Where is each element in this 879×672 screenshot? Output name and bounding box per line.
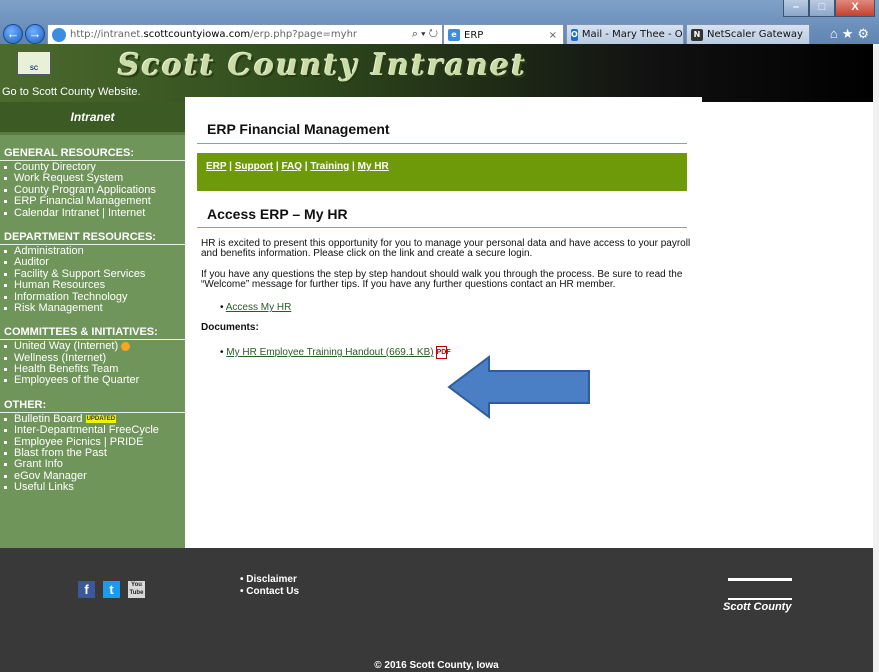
arrow-shape bbox=[447, 355, 590, 419]
training-handout-link[interactable]: My HR Employee Training Handout (669.1 K… bbox=[226, 347, 433, 358]
star-icon[interactable]: ★ bbox=[842, 26, 858, 41]
toolbar-icons: ⌂★⚙ bbox=[830, 26, 873, 42]
sidebar-heading: Intranet bbox=[0, 102, 185, 135]
updated-badge: UPDATED bbox=[85, 414, 117, 423]
department-resources-list: Administration Auditor Facility & Suppor… bbox=[0, 245, 185, 314]
youtube-icon[interactable]: You Tube bbox=[128, 581, 145, 598]
twitter-icon[interactable]: t bbox=[103, 581, 120, 598]
main-content: ERP Financial Management ERP | Support |… bbox=[185, 102, 702, 548]
sidebar-item-label: United Way (Internet) bbox=[14, 340, 119, 353]
nav-link-training[interactable]: Training bbox=[310, 161, 349, 172]
access-item: • Access My HR bbox=[220, 302, 292, 313]
sidebar-item-erp[interactable]: ERP Financial Management bbox=[0, 195, 185, 207]
nav-separator: | bbox=[226, 161, 235, 172]
maximize-button[interactable]: □ bbox=[809, 0, 835, 17]
access-my-hr-link[interactable]: Access My HR bbox=[226, 302, 292, 313]
section-department-resources: DEPARTMENT RESOURCES: bbox=[0, 231, 185, 245]
page-title: ERP Financial Management bbox=[207, 121, 390, 137]
address-bar[interactable]: http://intranet.scottcountyiowa.com/erp.… bbox=[47, 24, 443, 45]
section-general-resources: GENERAL RESOURCES: bbox=[0, 147, 185, 161]
section-title: Access ERP – My HR bbox=[207, 206, 348, 222]
sidebar-item-united-way[interactable]: United Way (Internet) bbox=[0, 341, 185, 352]
scott-county-logo[interactable]: SC bbox=[17, 51, 51, 75]
site-title: Scott County Intranet bbox=[118, 48, 528, 83]
footer-links: Disclaimer Contact Us bbox=[240, 574, 299, 598]
sidebar-item-useful-links[interactable]: Useful Links bbox=[0, 481, 185, 493]
tab-erp[interactable]: e ERP × bbox=[443, 24, 564, 45]
ie-icon: e bbox=[448, 29, 460, 41]
url-text: http://intranet.scottcountyiowa.com/erp.… bbox=[70, 29, 358, 40]
sidebar-item-risk[interactable]: Risk Management bbox=[0, 302, 185, 314]
erp-nav-bar: ERP | Support | FAQ | Training | My HR bbox=[197, 153, 687, 191]
contact-us-link[interactable]: Contact Us bbox=[240, 586, 299, 598]
sidebar-item-label: Bulletin Board bbox=[14, 412, 83, 425]
sidebar-item-human-resources[interactable]: Human Resources bbox=[0, 279, 185, 291]
section-committees: COMMITTEES & INITIATIVES: bbox=[0, 326, 185, 341]
footer-logo: Scott County bbox=[720, 578, 810, 630]
tab-mail[interactable]: O Mail - Mary Thee - Out... bbox=[566, 24, 684, 45]
nav-separator: | bbox=[349, 161, 358, 172]
nav-link-my-hr[interactable]: My HR bbox=[358, 161, 389, 172]
intro-text: HR is excited to present this opportunit… bbox=[201, 238, 691, 259]
document-item: • My HR Employee Training Handout (669.1… bbox=[220, 346, 451, 359]
tab-label: Mail - Mary Thee - Out... bbox=[581, 29, 683, 40]
gear-icon[interactable]: ⚙ bbox=[857, 26, 873, 41]
building-graphic bbox=[728, 578, 792, 600]
back-arrow-icon[interactable]: ← bbox=[3, 24, 23, 44]
tab-netscaler[interactable]: N NetScaler Gateway bbox=[686, 24, 810, 45]
blue-pointer-arrow bbox=[447, 355, 590, 419]
vertical-scrollbar[interactable] bbox=[873, 44, 879, 672]
help-text: If you have any questions the step by st… bbox=[201, 269, 683, 290]
nav-link-erp[interactable]: ERP bbox=[206, 161, 226, 172]
facebook-icon[interactable]: f bbox=[78, 581, 95, 598]
nav-link-faq[interactable]: FAQ bbox=[281, 161, 302, 172]
divider bbox=[197, 227, 687, 228]
browser-chrome: – □ X ← → http://intranet.scottcountyiow… bbox=[0, 0, 879, 45]
other-list: Bulletin Board UPDATED Inter-Departmenta… bbox=[0, 413, 185, 494]
goto-website-link[interactable]: Go to Scott County Website. bbox=[2, 86, 141, 98]
close-window-button[interactable]: X bbox=[835, 0, 875, 17]
social-links: f t You Tube bbox=[78, 581, 145, 598]
section-other: OTHER: bbox=[0, 399, 185, 413]
documents-label: Documents: bbox=[201, 322, 259, 333]
disclaimer-link[interactable]: Disclaimer bbox=[240, 574, 299, 586]
divider bbox=[197, 143, 687, 144]
nav-link-support[interactable]: Support bbox=[235, 161, 273, 172]
page-viewport: SC Scott County Intranet Go to Scott Cou… bbox=[0, 44, 873, 672]
footer-logo-text: Scott County bbox=[723, 601, 792, 613]
home-icon[interactable]: ⌂ bbox=[830, 26, 842, 41]
sidebar: Intranet GENERAL RESOURCES: County Direc… bbox=[0, 102, 185, 548]
smiley-icon bbox=[121, 341, 131, 351]
pdf-icon: PDF bbox=[435, 346, 451, 359]
forward-arrow-icon[interactable]: → bbox=[25, 24, 45, 44]
sidebar-item-employees-quarter[interactable]: Employees of the Quarter bbox=[0, 375, 185, 386]
address-controls[interactable]: ⌕ ▾ ↻ bbox=[408, 28, 442, 41]
sidebar-item-calendar[interactable]: Calendar Intranet | Internet bbox=[0, 207, 185, 219]
sidebar-item-freecycle[interactable]: Inter-Departmental FreeCycle bbox=[0, 424, 185, 436]
ie-icon bbox=[52, 27, 66, 42]
close-tab-icon[interactable]: × bbox=[549, 30, 557, 41]
minimize-button[interactable]: – bbox=[783, 0, 809, 17]
committees-list: United Way (Internet) Wellness (Internet… bbox=[0, 340, 185, 387]
site-header: SC Scott County Intranet Go to Scott Cou… bbox=[0, 44, 873, 102]
site-footer: f t YouTube Disclaimer Contact Us Scott … bbox=[0, 548, 873, 672]
copyright: © 2016 Scott County, Iowa bbox=[374, 660, 499, 671]
window-controls: – □ X bbox=[783, 0, 875, 17]
netscaler-icon: N bbox=[691, 28, 703, 41]
outlook-icon: O bbox=[571, 28, 578, 41]
tab-label: NetScaler Gateway bbox=[707, 29, 803, 40]
general-resources-list: County Directory Work Request System Cou… bbox=[0, 161, 185, 219]
tab-label: ERP bbox=[464, 29, 484, 41]
